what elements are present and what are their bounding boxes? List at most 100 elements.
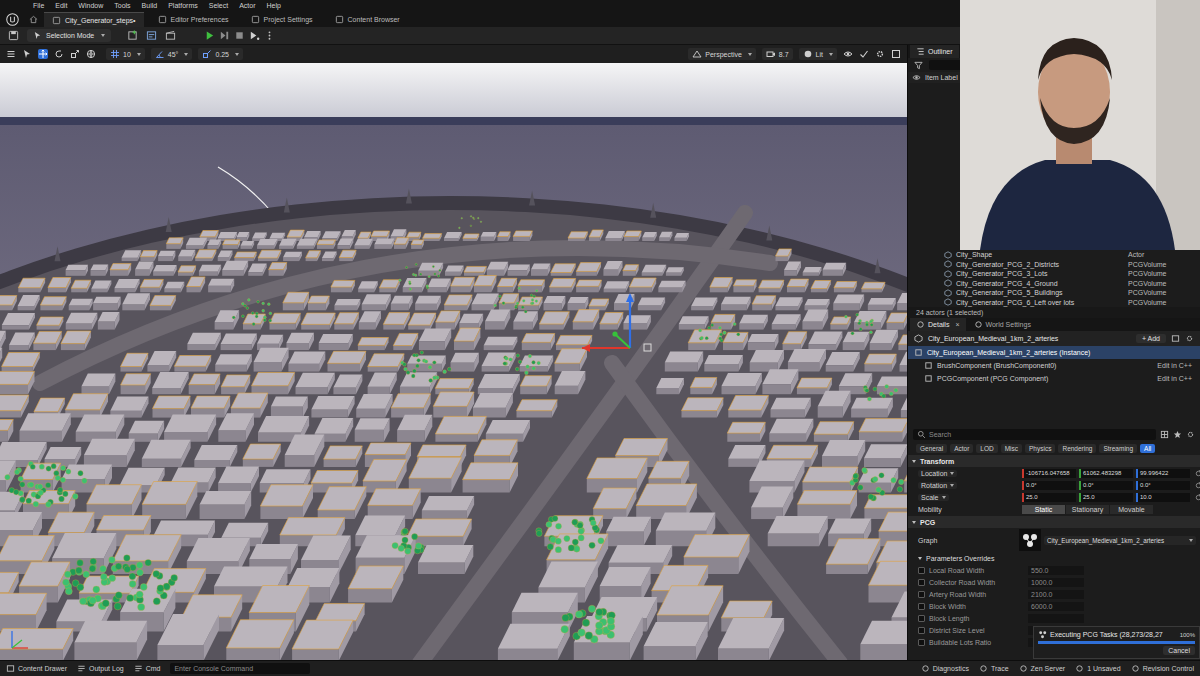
building[interactable] <box>374 239 394 249</box>
category-tab[interactable]: LOD <box>976 444 997 453</box>
building[interactable] <box>391 296 413 311</box>
building[interactable] <box>334 313 359 330</box>
building[interactable] <box>248 264 267 276</box>
building[interactable] <box>84 439 135 467</box>
building[interactable] <box>539 312 569 330</box>
building[interactable] <box>400 372 437 394</box>
building[interactable] <box>497 278 517 292</box>
building[interactable] <box>520 376 551 395</box>
building[interactable] <box>187 333 221 350</box>
building[interactable] <box>363 459 407 492</box>
outliner-row[interactable]: City_Generator_PCG_5_BuildingsPCGVolume <box>908 288 1200 298</box>
number-field[interactable]: -106716.047658 <box>1022 469 1076 478</box>
building[interactable] <box>0 331 6 350</box>
building[interactable] <box>614 294 635 310</box>
building[interactable] <box>129 421 164 442</box>
outliner-tab[interactable]: Outliner <box>910 45 959 58</box>
building[interactable] <box>551 264 576 276</box>
building[interactable] <box>215 354 252 371</box>
rotation-snap[interactable]: 45° <box>151 48 193 60</box>
blueprint-icon[interactable] <box>1171 334 1180 343</box>
building[interactable] <box>658 281 685 293</box>
building[interactable] <box>337 239 353 249</box>
category-tab[interactable]: Actor <box>950 444 973 453</box>
building[interactable] <box>150 296 176 311</box>
component-row[interactable]: BrushComponent (BrushComponent0)Edit in … <box>908 359 1200 372</box>
add-actor-icon[interactable] <box>127 30 138 41</box>
building[interactable] <box>121 353 149 371</box>
building[interactable] <box>0 296 17 311</box>
building[interactable] <box>411 240 424 249</box>
building[interactable] <box>603 261 622 276</box>
building[interactable] <box>226 620 294 660</box>
scale-snap[interactable]: 0.25 <box>198 48 243 60</box>
building[interactable] <box>451 353 479 372</box>
transform-label[interactable]: Location <box>918 470 1018 477</box>
building[interactable] <box>513 311 538 329</box>
building[interactable] <box>403 278 427 292</box>
building[interactable] <box>759 280 784 292</box>
building[interactable] <box>517 400 558 418</box>
building[interactable] <box>498 232 511 241</box>
building[interactable] <box>153 265 177 276</box>
building[interactable] <box>573 310 599 330</box>
building[interactable] <box>864 444 907 467</box>
building[interactable] <box>721 297 751 311</box>
transform-section-header[interactable]: Transform <box>908 455 1200 467</box>
selection-mode-dropdown[interactable]: Selection Mode <box>27 29 111 42</box>
building[interactable] <box>200 491 252 519</box>
city-render[interactable] <box>0 63 907 660</box>
building[interactable] <box>549 279 575 293</box>
building[interactable] <box>428 279 451 293</box>
building[interactable] <box>589 299 609 310</box>
building[interactable] <box>20 413 71 442</box>
building[interactable] <box>368 373 397 395</box>
building[interactable] <box>142 482 197 520</box>
building[interactable] <box>748 334 779 350</box>
building[interactable] <box>241 241 255 249</box>
building[interactable] <box>531 264 550 276</box>
category-tab[interactable]: Streaming <box>1099 444 1137 453</box>
building[interactable] <box>574 616 643 660</box>
menu-item[interactable]: Actor <box>239 1 255 11</box>
building[interactable] <box>604 281 630 292</box>
building[interactable] <box>254 348 289 372</box>
building[interactable] <box>409 457 462 492</box>
building[interactable] <box>319 334 353 350</box>
building[interactable] <box>379 280 400 293</box>
building[interactable] <box>37 317 64 330</box>
building[interactable] <box>158 251 175 261</box>
building[interactable] <box>140 279 163 292</box>
building[interactable] <box>868 298 896 310</box>
building[interactable] <box>208 279 234 293</box>
building[interactable] <box>218 250 233 261</box>
building[interactable] <box>513 231 532 241</box>
building[interactable] <box>61 331 91 350</box>
building[interactable] <box>0 461 16 493</box>
building[interactable] <box>859 468 899 492</box>
building[interactable] <box>544 296 566 310</box>
building[interactable] <box>904 461 907 493</box>
building[interactable] <box>243 444 281 467</box>
building[interactable] <box>283 252 302 261</box>
building[interactable] <box>283 292 309 310</box>
building[interactable] <box>797 491 857 519</box>
building[interactable] <box>722 373 762 394</box>
building[interactable] <box>484 337 518 350</box>
building[interactable] <box>865 354 897 372</box>
building[interactable] <box>433 392 474 418</box>
building[interactable] <box>178 266 196 276</box>
building[interactable] <box>195 250 216 261</box>
building[interactable] <box>487 262 508 276</box>
building[interactable] <box>397 415 432 442</box>
building[interactable] <box>518 280 545 293</box>
building[interactable] <box>0 629 73 661</box>
building[interactable] <box>814 422 854 442</box>
building[interactable] <box>901 396 907 418</box>
building[interactable] <box>174 356 211 372</box>
building[interactable] <box>140 251 157 262</box>
building[interactable] <box>555 349 587 372</box>
menu-item[interactable]: Build <box>142 1 158 11</box>
settings-icon[interactable] <box>1185 334 1194 343</box>
select-icon[interactable] <box>22 49 32 59</box>
